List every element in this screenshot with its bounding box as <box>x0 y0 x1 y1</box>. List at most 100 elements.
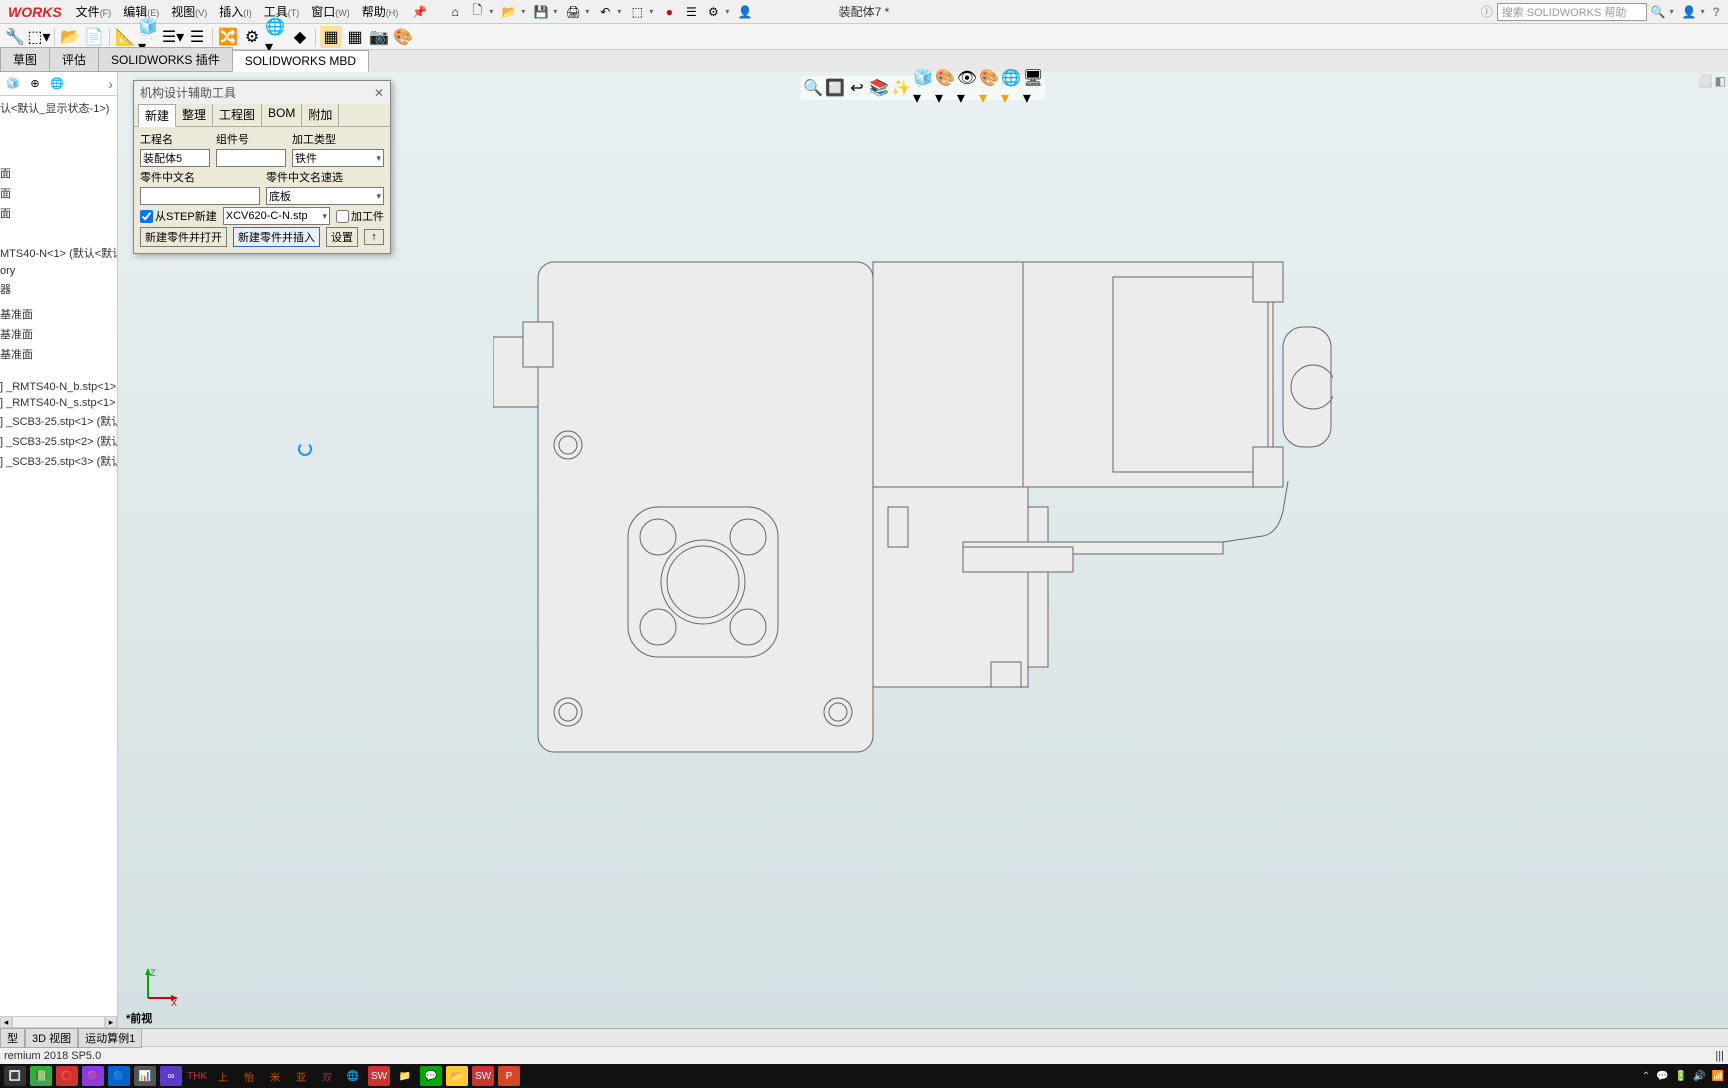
tb-assembly-icon[interactable]: 🔧 <box>4 26 26 48</box>
tb-save-icon[interactable]: 📄 <box>83 26 105 48</box>
new-icon[interactable]: 🗋 <box>467 2 487 22</box>
tb-swap-icon[interactable]: 🔀 <box>217 26 239 48</box>
options-dropdown[interactable]: ▾ <box>725 7 729 16</box>
home-icon[interactable]: ⌂ <box>445 2 465 22</box>
view-setting-icon[interactable]: 🌐▾ <box>1001 78 1021 98</box>
taskbar-app-icon[interactable]: 亚 <box>290 1066 312 1086</box>
component-input[interactable] <box>216 149 286 167</box>
taskbar-app-icon[interactable]: SW <box>472 1066 494 1086</box>
tb-layer1-icon[interactable]: ▦ <box>320 26 342 48</box>
taskbar-app-icon[interactable]: 🔵 <box>108 1066 130 1086</box>
display-style-icon[interactable]: 🧊▾ <box>913 78 933 98</box>
save-dropdown[interactable]: ▾ <box>553 7 557 16</box>
tb-cam-icon[interactable]: 📷 <box>368 26 390 48</box>
taskbar-app-icon[interactable]: 📊 <box>134 1066 156 1086</box>
menu-file[interactable]: 文件(F) <box>70 3 118 20</box>
menu-insert[interactable]: 插入(I) <box>213 3 258 20</box>
new-open-button[interactable]: 新建零件并打开 <box>140 227 227 247</box>
rebuild-icon[interactable]: ● <box>659 2 679 22</box>
config-item[interactable]: 认<默认_显示状态-1>) <box>0 98 117 118</box>
taskbar-app-icon[interactable]: 🔳 <box>4 1066 26 1086</box>
fromstep-checkbox[interactable]: 从STEP新建 <box>140 208 217 224</box>
user-dropdown[interactable]: ▾ <box>1701 7 1705 16</box>
apply-scene-icon[interactable]: 🎨▾ <box>979 78 999 98</box>
settings-button[interactable]: 设置 <box>326 227 358 247</box>
help-icon[interactable]: ? <box>1713 5 1720 19</box>
project-input[interactable] <box>140 149 210 167</box>
tree-item[interactable]: ] _RMTS40-N_b.stp<1> <box>0 379 117 395</box>
tab-3dview[interactable]: 3D 视图 <box>25 1028 78 1048</box>
tree-item[interactable]: 面 <box>0 163 117 183</box>
tb-cube-icon[interactable]: 🧊▾ <box>138 26 160 48</box>
maximize-icon[interactable]: ⬜ <box>1698 74 1713 88</box>
tb-globe-icon[interactable]: 🌐▾ <box>265 26 287 48</box>
taskbar-app-icon[interactable]: 米 <box>264 1066 286 1086</box>
tab-motion[interactable]: 运动算例1 <box>78 1028 142 1048</box>
tb-list2-icon[interactable]: ☰ <box>186 26 208 48</box>
close-viewport-icon[interactable]: ◧ <box>1715 74 1726 88</box>
save-icon[interactable]: 💾 <box>531 2 551 22</box>
taskbar-app-icon[interactable]: 双 <box>316 1066 338 1086</box>
tree-item[interactable]: ] _SCB3-25.stp<3> (默认 <box>0 451 117 471</box>
new-dropdown[interactable]: ▾ <box>489 7 493 16</box>
tree-item[interactable]: ] _SCB3-25.stp<2> (默认 <box>0 431 117 451</box>
search-input[interactable]: 搜索 SOLIDWORKS 帮助 <box>1497 3 1647 21</box>
new-insert-button[interactable]: 新建零件并插入 <box>233 227 320 247</box>
open-dropdown[interactable]: ▾ <box>521 7 525 16</box>
print-icon[interactable]: 🖨 <box>563 2 583 22</box>
options-list-icon[interactable]: ☰ <box>681 2 701 22</box>
partquick-combo[interactable]: 底板 <box>266 187 384 205</box>
help-circle-icon[interactable]: ⓘ <box>1481 3 1493 20</box>
prev-view-icon[interactable]: ↩ <box>847 78 867 98</box>
tree-item[interactable]: 面 <box>0 183 117 203</box>
tab-sketch[interactable]: 草图 <box>0 47 50 72</box>
taskbar-app-icon[interactable]: 📂 <box>446 1066 468 1086</box>
display-icon[interactable]: 🖥▾ <box>1023 78 1043 98</box>
partname-input[interactable] <box>140 187 260 205</box>
open-icon[interactable]: 📂 <box>499 2 519 22</box>
dlg-tab-new[interactable]: 新建 <box>138 104 176 127</box>
tree-item[interactable]: ] _SCB3-25.stp<1> (默认 <box>0 411 117 431</box>
select-icon[interactable]: ⬚ <box>627 2 647 22</box>
undo-icon[interactable]: ↶ <box>595 2 615 22</box>
taskbar-app-icon[interactable]: 📗 <box>30 1066 52 1086</box>
tab-mbd[interactable]: SOLIDWORKS MBD <box>232 50 369 72</box>
taskbar-app-icon[interactable]: THK <box>186 1066 208 1086</box>
workpiece-checkbox[interactable]: 加工件 <box>336 208 384 224</box>
scroll-right-icon[interactable]: ▸ <box>105 1016 117 1028</box>
user-icon[interactable]: 👤 <box>735 2 755 22</box>
close-icon[interactable]: ✕ <box>374 86 384 100</box>
tree-item[interactable]: ory <box>0 263 117 279</box>
dlg-tab-attach[interactable]: 附加 <box>302 104 339 126</box>
scroll-left-icon[interactable]: ◂ <box>0 1016 12 1028</box>
menu-window[interactable]: 窗口(W) <box>305 3 356 20</box>
tree-item[interactable]: 基准面 <box>0 324 117 344</box>
fm-expand-icon[interactable]: › <box>108 76 113 92</box>
tb-layer2-icon[interactable]: ▦ <box>344 26 366 48</box>
dlg-tab-arrange[interactable]: 整理 <box>176 104 213 126</box>
taskbar-app-icon[interactable]: 上 <box>212 1066 234 1086</box>
taskbar-app-icon[interactable]: ⭕ <box>56 1066 78 1086</box>
tb-sketch-icon[interactable]: ⬚▾ <box>28 26 50 48</box>
taskbar-app-icon[interactable]: ∞ <box>160 1066 182 1086</box>
dlg-tab-bom[interactable]: BOM <box>262 104 302 126</box>
options-icon[interactable]: ⚙ <box>703 2 723 22</box>
dialog-titlebar[interactable]: 机构设计辅助工具 ✕ <box>134 81 390 104</box>
tab-evaluate[interactable]: 评估 <box>49 47 99 72</box>
pin-icon[interactable]: 📌 <box>412 5 427 19</box>
view-orient-icon[interactable]: ✨ <box>891 78 911 98</box>
select-dropdown[interactable]: ▾ <box>649 7 653 16</box>
proctype-combo[interactable]: 铁件 <box>292 149 384 167</box>
search-icon[interactable]: 🔍 <box>1651 5 1666 19</box>
menu-help[interactable]: 帮助(H) <box>356 3 405 20</box>
taskbar-app-icon[interactable]: 🟣 <box>82 1066 104 1086</box>
dlg-tab-drawing[interactable]: 工程图 <box>213 104 262 126</box>
search-dropdown[interactable]: ▾ <box>1670 7 1674 16</box>
tab-addins[interactable]: SOLIDWORKS 插件 <box>98 47 233 72</box>
fm-display-icon[interactable]: 🌐 <box>48 75 66 93</box>
tree-item[interactable]: MTS40-N<1> (默认<默认 <box>0 243 117 263</box>
tree-item[interactable]: ] _RMTS40-N_s.stp<1> ( <box>0 395 117 411</box>
print-dropdown[interactable]: ▾ <box>585 7 589 16</box>
section-view-icon[interactable]: 📚 <box>869 78 889 98</box>
tb-cam2-icon[interactable]: 🎨 <box>392 26 414 48</box>
